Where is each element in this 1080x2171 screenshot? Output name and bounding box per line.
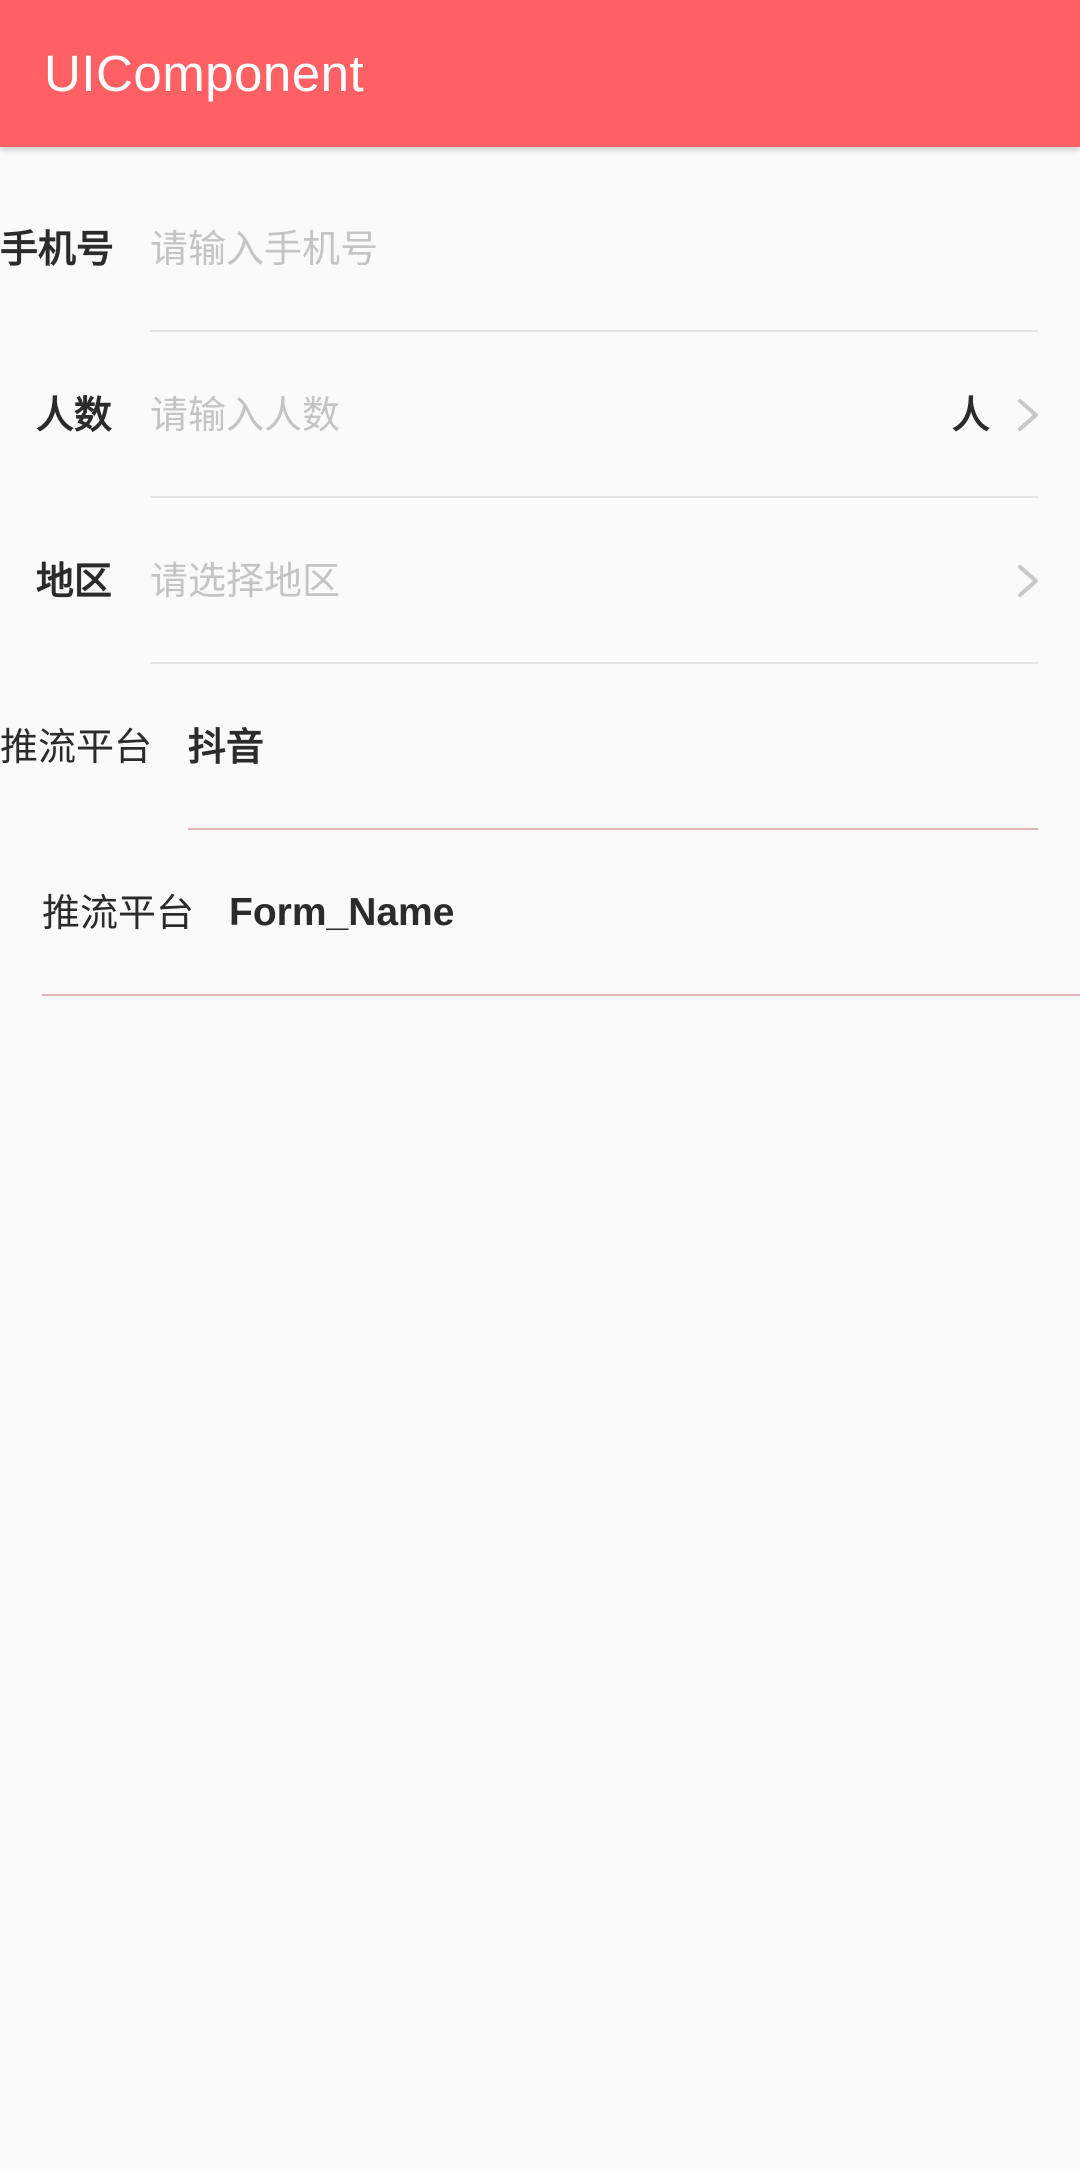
chevron-right-icon[interactable] xyxy=(1008,561,1048,601)
platform-row-2[interactable]: 推流平台 Form_Name xyxy=(0,830,1080,996)
phone-label: 手机号 xyxy=(0,227,115,271)
platform-label-1: 推流平台 xyxy=(0,725,153,769)
people-input[interactable] xyxy=(150,332,930,498)
platform-value-2[interactable]: Form_Name xyxy=(229,830,454,996)
people-label: 人数 xyxy=(35,393,112,437)
region-select[interactable] xyxy=(150,498,980,664)
chevron-right-icon[interactable] xyxy=(1008,395,1048,435)
phone-input[interactable] xyxy=(150,166,1035,332)
region-row[interactable]: 地区 xyxy=(0,498,1080,664)
people-unit: 人 xyxy=(952,393,991,437)
platform-label-2: 推流平台 xyxy=(42,891,195,935)
platform-row-1[interactable]: 推流平台 抖音 xyxy=(0,664,1080,830)
platform-value-1[interactable]: 抖音 xyxy=(188,664,264,830)
people-row: 人数 人 xyxy=(0,332,1080,498)
app-title: UIComponent xyxy=(44,45,365,102)
region-label: 地区 xyxy=(35,559,112,603)
app-bar: UIComponent xyxy=(0,0,1080,147)
phone-row: 手机号 xyxy=(0,166,1080,332)
platform-divider-2 xyxy=(42,994,1080,996)
